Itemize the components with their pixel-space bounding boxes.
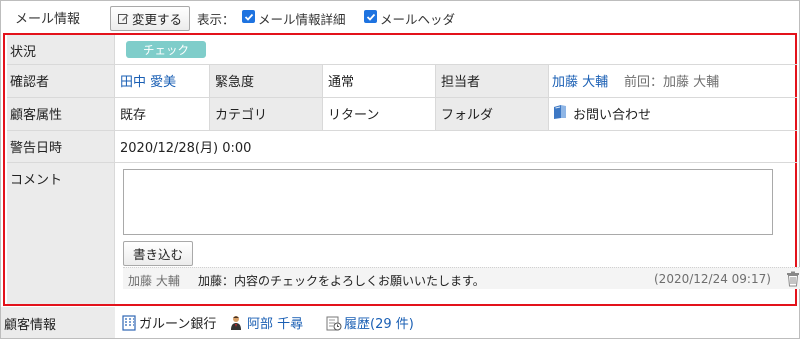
comment-label: コメント bbox=[7, 163, 115, 304]
folder-link[interactable]: お問い合わせ bbox=[552, 98, 651, 130]
attributes-row: 顧客属性 既存 カテゴリ リターン フォルダ お問い合わせ bbox=[7, 98, 797, 131]
comment-textarea[interactable] bbox=[123, 169, 773, 235]
previous-assignee: 前回：加藤 大輔 bbox=[624, 75, 720, 90]
edit-button-label: 変更する bbox=[132, 12, 183, 27]
check-icon bbox=[366, 13, 375, 21]
urgency-label: 緊急度 bbox=[209, 65, 323, 97]
mail-header-checkbox-label[interactable]: メールヘッダ bbox=[380, 9, 455, 28]
company-icon bbox=[122, 314, 136, 331]
comment-row: コメント 書き込む 加藤 大輔 加藤：内容のチェックをよろしくお願いいたします。… bbox=[7, 163, 800, 304]
history-link[interactable]: 履歴(29 件) bbox=[326, 313, 414, 332]
comment-entry: 加藤 大輔 加藤：内容のチェックをよろしくお願いいたします。 (2020/12/… bbox=[123, 267, 800, 289]
attributes-label: 顧客属性 bbox=[7, 98, 115, 130]
trash-icon[interactable] bbox=[786, 271, 800, 287]
warning-label: 警告日時 bbox=[7, 131, 115, 162]
check-icon bbox=[244, 13, 253, 21]
edit-icon bbox=[118, 14, 129, 24]
folder-value: お問い合わせ bbox=[573, 108, 652, 123]
history-count: 履歴(29 件) bbox=[344, 317, 414, 332]
edit-button[interactable]: 変更する bbox=[110, 6, 190, 31]
company-name: ガルーン銀行 bbox=[139, 317, 217, 332]
urgency-value: 通常 bbox=[328, 75, 355, 90]
confirm-row: 確認者 田中 愛美 緊急度 通常 担当者 加藤 大輔 前回：加藤 大輔 bbox=[7, 65, 797, 98]
status-badge: チェック bbox=[126, 41, 206, 58]
history-icon bbox=[326, 316, 342, 330]
assignee-link[interactable]: 加藤 大輔 bbox=[552, 65, 608, 97]
category-value: リターン bbox=[328, 108, 380, 123]
attribute-value: 既存 bbox=[120, 108, 147, 123]
person-name: 阿部 千尋 bbox=[247, 317, 304, 332]
person-icon bbox=[231, 315, 241, 330]
folder-icon bbox=[554, 105, 566, 119]
mail-header-checkbox[interactable] bbox=[364, 10, 377, 23]
warning-date: 2020/12/28(月) 0:00 bbox=[120, 141, 252, 156]
status-row: 状況 チェック bbox=[7, 35, 797, 65]
comment-author[interactable]: 加藤 大輔 bbox=[128, 272, 180, 289]
person-link[interactable]: 阿部 千尋 bbox=[230, 313, 303, 332]
status-label: 状況 bbox=[7, 35, 115, 64]
company-link[interactable]: ガルーン銀行 bbox=[122, 313, 216, 332]
confirmer-link[interactable]: 田中 愛美 bbox=[120, 65, 176, 97]
mail-info-title: メール情報 bbox=[15, 12, 81, 27]
warning-row: 警告日時 2020/12/28(月) 0:00 bbox=[7, 131, 797, 163]
mail-detail-checkbox-label[interactable]: メール情報詳細 bbox=[258, 9, 346, 28]
category-label: カテゴリ bbox=[209, 98, 323, 130]
folder-label: フォルダ bbox=[435, 98, 549, 130]
write-button[interactable]: 書き込む bbox=[123, 241, 193, 266]
comment-text: 加藤：内容のチェックをよろしくお願いいたします。 bbox=[198, 274, 485, 288]
assignee-label: 担当者 bbox=[435, 65, 549, 97]
customer-row: 顧客情報 ガルーン銀行 阿部 千尋 履歴(29 件) bbox=[1, 307, 799, 338]
customer-label: 顧客情報 bbox=[1, 307, 115, 338]
comment-date: (2020/12/24 09:17) bbox=[654, 272, 771, 286]
display-label: 表示： bbox=[197, 12, 235, 27]
mail-info-toolbar: メール情報 変更する 表示： メール情報詳細 メールヘッダ bbox=[1, 1, 799, 34]
mail-detail-checkbox[interactable] bbox=[242, 10, 255, 23]
confirm-label: 確認者 bbox=[7, 65, 115, 97]
highlighted-region: 状況 チェック 確認者 田中 愛美 緊急度 通常 担当者 加藤 大輔 前回：加藤… bbox=[3, 33, 800, 306]
